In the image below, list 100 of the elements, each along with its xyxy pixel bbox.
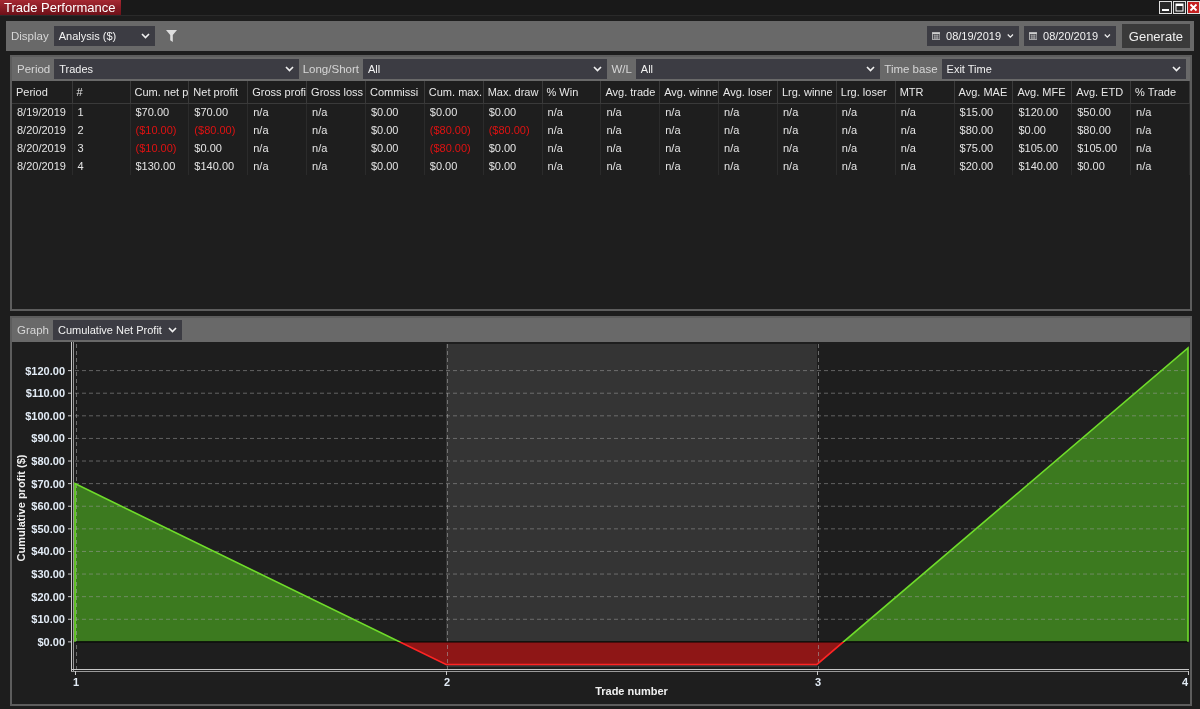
table-cell: $0.00 xyxy=(1071,157,1131,175)
window-title: Trade Performance xyxy=(0,0,121,15)
end-date-dropdown[interactable]: 08/20/2019 xyxy=(1023,26,1116,46)
table-cell: n/a xyxy=(247,121,307,139)
close-icon[interactable] xyxy=(1187,1,1200,14)
calendar-icon xyxy=(931,31,940,41)
table-cell: n/a xyxy=(600,139,660,157)
table-cell: n/a xyxy=(659,139,719,157)
table-cell: $140.00 xyxy=(188,157,248,175)
table-cell: ($80.00) xyxy=(424,139,484,157)
caret-icon xyxy=(284,66,294,72)
table-cell: n/a xyxy=(600,157,660,175)
table-cell: $20.00 xyxy=(954,157,1013,175)
table-cell: $80.00 xyxy=(1071,121,1131,139)
minimize-icon[interactable] xyxy=(1159,1,1172,14)
column-header[interactable]: % Trade xyxy=(1130,81,1190,103)
table-cell: $0.00 xyxy=(188,139,248,157)
table-cell: $120.00 xyxy=(1012,103,1072,121)
table-cell: ($80.00) xyxy=(483,121,542,139)
table-cell: $70.00 xyxy=(130,103,189,121)
filter-label: Period xyxy=(17,63,51,75)
x-axis-title: Trade number xyxy=(595,685,668,697)
table-cell: $50.00 xyxy=(1071,103,1131,121)
table-cell: n/a xyxy=(247,103,307,121)
y-tick-label: $70.00 xyxy=(31,477,65,490)
display-label: Display xyxy=(11,30,49,42)
column-header[interactable]: Period xyxy=(12,81,72,103)
table-cell: $0.00 xyxy=(365,103,425,121)
table-cell: n/a xyxy=(836,139,896,157)
x-tick-label: 1 xyxy=(72,676,80,688)
table-cell: 8/20/2019 xyxy=(12,139,72,157)
y-axis-title: Cumulative profit ($) xyxy=(15,454,27,562)
column-header[interactable]: Cum. net p xyxy=(130,81,189,103)
calendar-icon xyxy=(1028,31,1037,41)
table-cell: ($80.00) xyxy=(424,121,484,139)
column-header[interactable]: Avg. MAE xyxy=(954,81,1013,103)
column-header[interactable]: Lrg. winne xyxy=(777,81,837,103)
column-header[interactable]: # xyxy=(72,81,130,103)
table-cell: n/a xyxy=(777,139,837,157)
table-cell: n/a xyxy=(600,103,660,121)
table-cell: n/a xyxy=(1130,103,1190,121)
graph-type-dropdown[interactable]: Cumulative Net Profit xyxy=(52,320,182,340)
column-header[interactable]: Avg. winne xyxy=(659,81,719,103)
y-tick-label: $10.00 xyxy=(31,613,65,626)
column-header[interactable]: MTR xyxy=(895,81,955,103)
table-cell: n/a xyxy=(306,121,366,139)
table-cell: ($80.00) xyxy=(188,121,248,139)
column-header[interactable]: Avg. loser xyxy=(718,81,778,103)
y-tick-label: $50.00 xyxy=(31,522,65,535)
column-header[interactable]: Gross loss xyxy=(306,81,366,103)
column-header[interactable]: Avg. MFE xyxy=(1012,81,1072,103)
column-header[interactable]: Cum. max. xyxy=(424,81,484,103)
column-header[interactable]: % Win xyxy=(542,81,601,103)
filter-dropdown[interactable]: Exit Time xyxy=(941,59,1186,79)
table-cell: n/a xyxy=(247,139,307,157)
table-cell: n/a xyxy=(895,121,955,139)
y-tick-label: $90.00 xyxy=(31,432,65,445)
display-dropdown[interactable]: Analysis ($) xyxy=(53,26,155,46)
caret-icon xyxy=(1104,33,1111,39)
table-cell: ($10.00) xyxy=(130,139,189,157)
caret-icon xyxy=(866,66,876,72)
column-header[interactable]: Avg. trade xyxy=(600,81,660,103)
filter-dropdown[interactable]: Trades xyxy=(54,59,299,79)
table-cell: n/a xyxy=(836,103,896,121)
table-cell: $0.00 xyxy=(483,103,542,121)
y-tick-label: $100.00 xyxy=(25,409,65,422)
table-cell: n/a xyxy=(895,103,955,121)
table-cell: n/a xyxy=(247,157,307,175)
table-cell: $0.00 xyxy=(483,157,542,175)
column-header[interactable]: Lrg. loser xyxy=(836,81,896,103)
caret-icon xyxy=(167,327,177,333)
maximize-icon[interactable] xyxy=(1173,1,1186,14)
table-cell: n/a xyxy=(718,157,778,175)
table-cell: n/a xyxy=(836,121,896,139)
table-cell: 4 xyxy=(72,157,130,175)
table-cell: $105.00 xyxy=(1012,139,1072,157)
table-cell: $0.00 xyxy=(1012,121,1072,139)
y-tick-label: $40.00 xyxy=(31,545,65,558)
table-cell: n/a xyxy=(542,157,601,175)
table-cell: n/a xyxy=(542,103,601,121)
column-header[interactable]: Avg. ETD xyxy=(1071,81,1131,103)
table-cell: n/a xyxy=(659,103,719,121)
filter-label: Long/Short xyxy=(302,63,359,75)
table-cell: n/a xyxy=(777,157,837,175)
column-header[interactable]: Commissi xyxy=(365,81,425,103)
column-header[interactable]: Gross profi xyxy=(247,81,307,103)
table-cell: 8/20/2019 xyxy=(12,121,72,139)
table-cell: n/a xyxy=(718,121,778,139)
table-cell: 8/20/2019 xyxy=(12,157,72,175)
filter-dropdown[interactable]: All xyxy=(635,59,881,79)
y-tick-label: $30.00 xyxy=(31,568,65,581)
generate-button[interactable]: Generate xyxy=(1121,24,1190,48)
start-date-dropdown[interactable]: 08/19/2019 xyxy=(926,26,1019,46)
filter-icon[interactable] xyxy=(165,30,177,42)
table-cell: $70.00 xyxy=(188,103,248,121)
filter-label: Time base xyxy=(884,63,938,75)
column-header[interactable]: Net profit xyxy=(188,81,248,103)
filter-dropdown[interactable]: All xyxy=(362,59,608,79)
table-cell: n/a xyxy=(718,139,778,157)
column-header[interactable]: Max. draw xyxy=(483,81,542,103)
